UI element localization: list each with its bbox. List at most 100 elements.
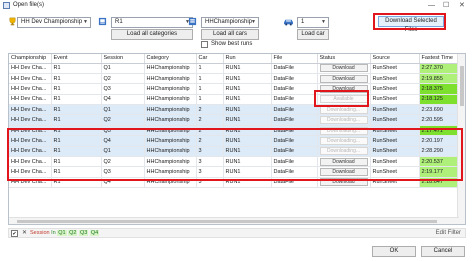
column-header[interactable]: Source xyxy=(370,54,420,64)
horizontal-scroll-thumb[interactable] xyxy=(17,220,437,223)
file-cell: DataFile xyxy=(271,83,318,95)
window-title: Open file(s) xyxy=(13,2,45,8)
session-cell: Q4 xyxy=(101,94,145,106)
event-select[interactable]: R1 ▼ xyxy=(111,17,193,28)
status-cell: Download xyxy=(317,63,371,74)
car-cell: 1 xyxy=(196,73,224,85)
event-select-value: R1 xyxy=(115,19,123,25)
download-button[interactable]: Download xyxy=(319,74,368,83)
event-cell: R1 xyxy=(51,63,102,74)
category-select-value: HHChampionship xyxy=(205,19,253,25)
session-cell: Q1 xyxy=(101,63,145,74)
table-row[interactable]: HH Dev Cha... R1 Q2 HHChampionship 2 RUN1 Data… xyxy=(9,114,460,126)
edit-filter-button[interactable]: Edit Filter xyxy=(436,229,461,237)
table-row[interactable]: HH Dev Cha... R1 Q1 HHChampionship 1 RUN1 Data… xyxy=(9,63,460,74)
table-row[interactable]: HH Dev Cha... R1 Q2 HHChampionship 1 RUN1 Data… xyxy=(9,73,460,85)
status-cell: Downloading... xyxy=(317,114,371,126)
fastest-cell: 2:18.375 xyxy=(419,83,460,95)
session-cell: Q1 xyxy=(101,104,145,116)
minimize-button[interactable]: — xyxy=(428,1,435,10)
filter-panel: ✔ ✕ Session In Q1 Q2 Q3 Q4 Edit Filter xyxy=(8,228,466,238)
category-cell: HHChampionship xyxy=(144,94,197,106)
fastest-cell: 2:23.690 xyxy=(419,104,460,116)
column-header[interactable]: Car xyxy=(196,54,224,64)
maximize-button[interactable]: ☐ xyxy=(443,1,449,10)
event-cell: R1 xyxy=(51,94,102,106)
close-window-button[interactable]: ✕ xyxy=(459,1,465,10)
fastest-cell: 2:27.370 xyxy=(419,63,460,74)
file-cell: DataFile xyxy=(271,104,318,116)
show-best-runs-checkbox[interactable] xyxy=(201,41,208,48)
table-header-row: Championship Event Session Category Car Run Fi… xyxy=(9,54,460,64)
chevron-down-icon: ▼ xyxy=(251,19,256,25)
filter-value: Q1 xyxy=(57,230,67,236)
chevron-down-icon: ▼ xyxy=(83,19,88,25)
championship-cell: HH Dev Cha... xyxy=(9,63,52,74)
source-cell: RunSheet xyxy=(370,104,420,116)
source-cell: RunSheet xyxy=(370,114,420,126)
cancel-button[interactable]: Cancel xyxy=(421,246,465,257)
championship-cell: HH Dev Cha... xyxy=(9,114,52,126)
source-cell: RunSheet xyxy=(370,63,420,74)
filter-value: Q4 xyxy=(89,230,100,236)
run-cell: RUN1 xyxy=(223,83,272,95)
filter-value: Q2 xyxy=(68,230,78,236)
highlight-download-selected xyxy=(373,13,446,30)
car-select-value: 1 xyxy=(301,19,305,25)
championship-select[interactable]: HH Dev Championship ▼ xyxy=(17,17,91,28)
load-all-categories-button[interactable]: Load all categories xyxy=(111,29,193,40)
table-row[interactable]: HH Dev Cha... R1 Q1 HHChampionship 2 RUN1 Data… xyxy=(9,104,460,116)
championship-cell: HH Dev Cha... xyxy=(9,83,52,95)
load-car-button[interactable]: Load car xyxy=(297,29,329,40)
championship-cell: HH Dev Cha... xyxy=(9,94,52,106)
table-row[interactable]: HH Dev Cha... R1 Q3 HHChampionship 1 RUN1 Data… xyxy=(9,83,460,95)
fastest-cell: 2:18.125 xyxy=(419,94,460,106)
car-select[interactable]: 1 ▼ xyxy=(297,17,329,28)
column-header[interactable]: Run xyxy=(223,54,272,64)
column-header[interactable]: Session xyxy=(101,54,145,64)
file-cell: DataFile xyxy=(271,73,318,85)
table-row[interactable]: HH Dev Cha... R1 Q4 HHChampionship 1 RUN1 Data… xyxy=(9,94,460,106)
filter-expression[interactable]: Session In Q1 Q2 Q3 Q4 xyxy=(30,230,100,237)
filter-value: Q3 xyxy=(78,230,89,236)
column-header[interactable]: Event xyxy=(51,54,102,64)
fastest-cell: 2:20.595 xyxy=(419,114,460,126)
car-cell: 2 xyxy=(196,114,224,126)
ok-button[interactable]: OK xyxy=(372,246,416,257)
show-best-runs-label: Show best runs xyxy=(211,41,253,47)
filter-operator: In xyxy=(51,230,56,236)
column-header[interactable]: File xyxy=(271,54,318,64)
chevron-down-icon: ▼ xyxy=(321,19,326,25)
trophy-icon xyxy=(9,17,16,26)
download-button[interactable]: Download xyxy=(319,64,368,73)
event-cell: R1 xyxy=(51,73,102,85)
fastest-cell: 2:19.855 xyxy=(419,73,460,85)
clear-filter-icon[interactable]: ✕ xyxy=(22,230,27,237)
run-cell: RUN1 xyxy=(223,114,272,126)
app-icon xyxy=(3,2,10,9)
session-cell: Q2 xyxy=(101,73,145,85)
file-cell: DataFile xyxy=(271,63,318,74)
file-cell: DataFile xyxy=(271,114,318,126)
column-header[interactable]: Status xyxy=(317,54,371,64)
championship-select-value: HH Dev Championship xyxy=(21,19,83,25)
horizontal-scrollbar[interactable] xyxy=(9,217,459,224)
category-select[interactable]: HHChampionship ▼ xyxy=(201,17,259,28)
source-cell: RunSheet xyxy=(370,94,420,106)
file-cell: DataFile xyxy=(271,94,318,106)
column-header[interactable]: Category xyxy=(144,54,197,64)
car-cell: 2 xyxy=(196,104,224,116)
run-cell: RUN1 xyxy=(223,94,272,106)
column-header[interactable]: Championship xyxy=(9,54,52,64)
vertical-scroll-thumb[interactable] xyxy=(460,66,464,106)
event-cell: R1 xyxy=(51,104,102,116)
car-icon xyxy=(284,19,293,26)
load-all-cars-button[interactable]: Load all cars xyxy=(201,29,259,40)
car-cell: 1 xyxy=(196,94,224,106)
column-header[interactable]: Fastest Time xyxy=(419,54,460,64)
source-cell: RunSheet xyxy=(370,83,420,95)
status-cell: Download xyxy=(317,73,371,85)
filter-enabled-checkbox[interactable]: ✔ xyxy=(11,230,18,237)
car-cell: 1 xyxy=(196,83,224,95)
championship-cell: HH Dev Cha... xyxy=(9,73,52,85)
